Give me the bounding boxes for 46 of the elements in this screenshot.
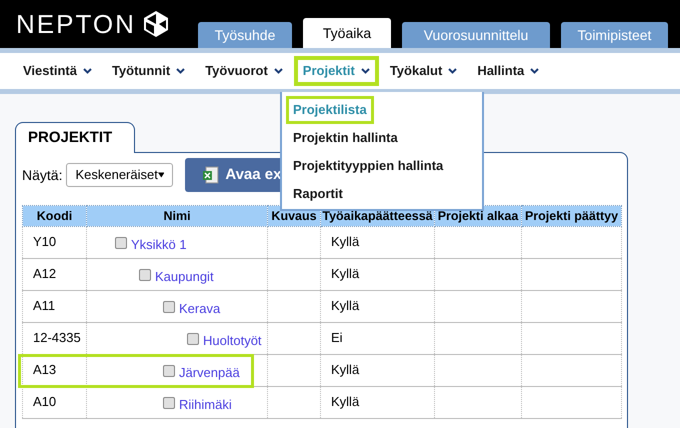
column-header: Projekti päättyy <box>522 206 622 226</box>
menu-item[interactable]: Työvuorot <box>196 56 292 86</box>
caret-icon <box>158 172 164 178</box>
menu-item[interactable]: Viestintä <box>14 56 101 86</box>
project-link[interactable]: Kerava <box>179 301 220 317</box>
dropdown-item[interactable]: Raportit <box>286 180 350 208</box>
menu-item[interactable]: Hallinta <box>468 56 548 86</box>
chevron-down-icon <box>360 68 370 74</box>
table-cell-text: Y10 <box>32 234 56 249</box>
chevron-down-icon <box>82 68 92 74</box>
cube-icon <box>142 10 170 38</box>
filter-dropdown[interactable]: Keskeneräiset <box>66 163 174 187</box>
checkbox[interactable] <box>163 364 175 376</box>
chevron-down-icon <box>530 68 540 74</box>
dropdown-item[interactable]: Projektilista <box>286 96 374 124</box>
menu-item[interactable]: Työkalut <box>380 56 466 86</box>
dropdown-item[interactable]: Projektin hallinta <box>286 124 405 152</box>
project-link[interactable]: Kaupungit <box>155 269 214 285</box>
logo-text: NEPTON <box>16 11 136 37</box>
checkbox[interactable] <box>115 236 127 248</box>
column-header: Koodi <box>22 206 86 226</box>
table-cell-text: A13 <box>32 362 56 377</box>
menu-item[interactable]: Työtunnit <box>102 56 194 86</box>
table-cell-text: 12-4335 <box>32 330 81 345</box>
checkbox[interactable] <box>163 300 175 312</box>
menu-item[interactable]: Projektit <box>294 56 379 86</box>
chevron-down-icon <box>274 68 283 74</box>
project-link[interactable]: Yksikkö 1 <box>131 237 187 253</box>
nav-tab[interactable]: Työaika <box>303 18 391 48</box>
filter-label: Näytä: <box>22 166 62 185</box>
dropdown-item[interactable]: Projektityyppien hallinta <box>286 152 450 180</box>
panel-tab[interactable]: PROJEKTIT <box>15 122 135 153</box>
project-link[interactable]: Huoltotyöt <box>203 333 262 349</box>
project-link[interactable]: Riihimäki <box>179 397 232 413</box>
checkbox[interactable] <box>139 268 151 280</box>
checkbox[interactable] <box>163 396 175 408</box>
spreadsheet-icon <box>203 166 220 184</box>
chevron-down-icon <box>176 68 186 74</box>
chevron-down-icon <box>448 68 458 74</box>
table-cell-text: A11 <box>32 298 56 313</box>
table-cell-text: A12 <box>32 266 56 281</box>
table-cell-text: A10 <box>32 394 56 409</box>
checkbox[interactable] <box>187 332 199 344</box>
column-header: Nimi <box>86 206 268 226</box>
project-link[interactable]: Järvenpää <box>179 365 240 381</box>
excel-button[interactable]: Avaa ex <box>185 158 282 192</box>
